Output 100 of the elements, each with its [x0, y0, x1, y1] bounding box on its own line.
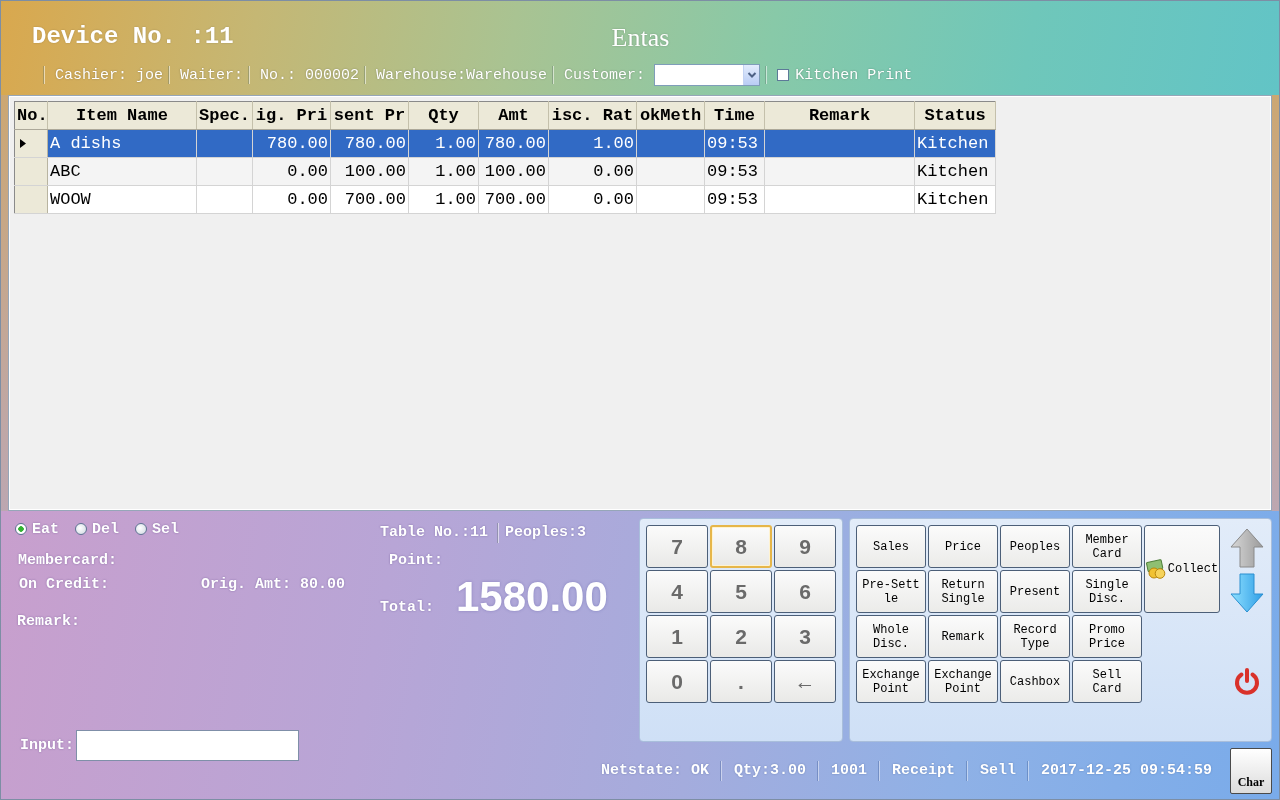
- input-label: Input:: [20, 737, 74, 754]
- column-header[interactable]: Status: [914, 101, 996, 130]
- table-cell: 100.00: [478, 157, 549, 186]
- table-cell: 700.00: [330, 185, 409, 214]
- collect-button[interactable]: Collect: [1144, 525, 1220, 613]
- function-button[interactable]: Sell Card: [1072, 660, 1142, 703]
- numpad-key[interactable]: 2: [710, 615, 772, 658]
- table-cell: 780.00: [252, 129, 331, 158]
- table-cell: 1.00: [408, 129, 479, 158]
- function-button[interactable]: Record Type: [1000, 615, 1070, 658]
- orig-amount-text: Orig. Amt: 80.00: [201, 577, 347, 593]
- row-header-cell[interactable]: [14, 157, 48, 186]
- table-cell: A dishs: [47, 129, 197, 158]
- function-button[interactable]: Return Single: [928, 570, 998, 613]
- table-number-text: Table No.:11: [380, 525, 489, 541]
- table-cell: 09:53: [704, 157, 765, 186]
- table-row[interactable]: ABC 0.00 100.00 1.00 100.00 0.00 09:53 Kitchen: [14, 157, 996, 186]
- numpad-key[interactable]: 8: [710, 525, 772, 568]
- table-cell: 780.00: [478, 129, 549, 158]
- status-text: Sell: [979, 762, 1016, 779]
- status-text: Netstate: OK: [600, 762, 709, 779]
- header-info-text: Warehouse:Warehouse: [376, 66, 548, 84]
- total-label: Total:: [380, 600, 434, 616]
- customer-dropdown[interactable]: [654, 64, 761, 86]
- table-cell: 100.00: [330, 157, 409, 186]
- column-header[interactable]: Qty: [408, 101, 479, 130]
- on-credit-label: On Credit:: [19, 577, 110, 593]
- device-number: Device No. :11: [32, 22, 234, 50]
- function-button[interactable]: Present: [1000, 570, 1070, 613]
- function-button[interactable]: Exchange Point: [928, 660, 998, 703]
- table-cell: 0.00: [548, 185, 637, 214]
- point-label: Point:: [389, 553, 444, 569]
- remark-label: Remark:: [17, 614, 81, 630]
- function-button[interactable]: Peoples: [1000, 525, 1070, 568]
- column-header[interactable]: isc. Rat: [548, 101, 637, 130]
- numpad-key[interactable]: 4: [646, 570, 708, 613]
- customer-label: Customer:: [564, 66, 646, 84]
- function-button[interactable]: Member Card: [1072, 525, 1142, 568]
- numpad-key[interactable]: 9: [774, 525, 836, 568]
- table-cell: ABC: [47, 157, 197, 186]
- header-info-text: No.: 000002: [260, 66, 360, 84]
- membercard-label: Membercard:: [18, 553, 119, 569]
- function-button[interactable]: Cashbox: [1000, 660, 1070, 703]
- table-cell: 0.00: [548, 157, 637, 186]
- table-cell: 09:53: [704, 129, 765, 158]
- table-cell: Kitchen: [914, 157, 996, 186]
- table-cell: 1.00: [548, 129, 637, 158]
- function-button[interactable]: Promo Price: [1072, 615, 1142, 658]
- table-row[interactable]: WOOW 0.00 700.00 1.00 700.00 0.00 09:53 Kitchen: [14, 185, 996, 214]
- numpad-key[interactable]: 3: [774, 615, 836, 658]
- input-field[interactable]: [76, 730, 299, 761]
- function-button[interactable]: Exchange Point: [856, 660, 926, 703]
- table-cell: 1.00: [408, 157, 479, 186]
- status-text: 2017-12-25 09:54:59: [1040, 762, 1212, 779]
- power-icon[interactable]: [1233, 668, 1261, 696]
- table-cell: Kitchen: [914, 129, 996, 158]
- status-text: Qty:3.00: [733, 762, 806, 779]
- column-header[interactable]: ig. Pri: [252, 101, 331, 130]
- up-arrow-icon[interactable]: [1230, 528, 1264, 568]
- function-button[interactable]: Sales: [856, 525, 926, 568]
- column-header[interactable]: Remark: [764, 101, 915, 130]
- table-cell: Kitchen: [914, 185, 996, 214]
- table-cell: 1.00: [408, 185, 479, 214]
- function-button[interactable]: Pre-Sett le: [856, 570, 926, 613]
- function-button[interactable]: Remark: [928, 615, 998, 658]
- header-info-text: Cashier: joe: [55, 66, 164, 84]
- row-header-cell[interactable]: [14, 185, 48, 214]
- column-header[interactable]: okMeth: [636, 101, 705, 130]
- table-cell: 780.00: [330, 129, 409, 158]
- column-header[interactable]: Spec.: [196, 101, 253, 130]
- numpad-key[interactable]: .: [710, 660, 772, 703]
- row-pointer-icon: [20, 139, 26, 148]
- function-button[interactable]: Whole Disc.: [856, 615, 926, 658]
- money-icon: [1145, 559, 1166, 579]
- function-button[interactable]: Price: [928, 525, 998, 568]
- total-amount: 1580.00: [456, 575, 608, 619]
- peoples-text: Peoples:3: [505, 525, 587, 541]
- numpad-key[interactable]: 6: [774, 570, 836, 613]
- column-header[interactable]: Amt: [478, 101, 549, 130]
- column-header[interactable]: Item Name: [47, 101, 197, 130]
- numpad-key[interactable]: 1: [646, 615, 708, 658]
- numpad-key[interactable]: 7: [646, 525, 708, 568]
- status-text: Receipt: [891, 762, 955, 779]
- numpad-key[interactable]: ←: [774, 660, 836, 703]
- column-header[interactable]: No.: [14, 101, 48, 130]
- numpad-key[interactable]: 5: [710, 570, 772, 613]
- column-header[interactable]: sent Pr: [330, 101, 409, 130]
- row-header-cell[interactable]: [14, 129, 48, 158]
- char-button[interactable]: Char: [1230, 747, 1272, 794]
- numpad-key[interactable]: 0: [646, 660, 708, 703]
- app-title: Entas: [611, 23, 670, 53]
- table-row[interactable]: A dishs 780.00 780.00 1.00 780.00 1.00 09:53 Kitchen: [14, 129, 996, 158]
- column-header[interactable]: Time: [704, 101, 765, 130]
- down-arrow-icon[interactable]: [1230, 573, 1264, 613]
- header-info-text: Waiter:: [180, 66, 244, 84]
- status-text: 1001: [830, 762, 867, 779]
- function-button[interactable]: Single Disc.: [1072, 570, 1142, 613]
- table-cell: WOOW: [47, 185, 197, 214]
- table-cell: 700.00: [478, 185, 549, 214]
- table-cell: 09:53: [704, 185, 765, 214]
